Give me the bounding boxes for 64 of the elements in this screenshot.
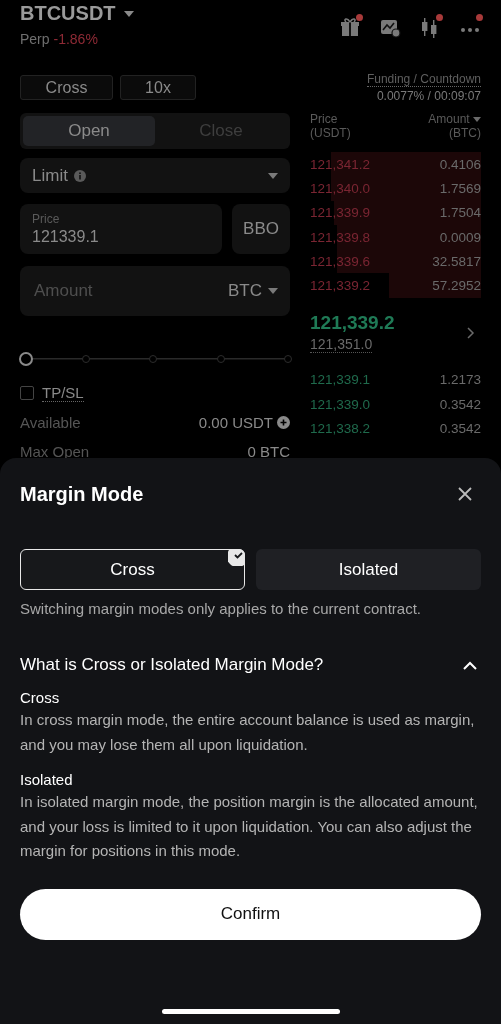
- amount-field[interactable]: Amount BTC: [20, 266, 290, 316]
- leverage-button[interactable]: 10x: [120, 75, 196, 100]
- margin-mode-option[interactable]: Cross: [20, 549, 245, 590]
- info-value: 0 BTC: [247, 443, 290, 460]
- faq-text: In cross margin mode, the entire account balance is used as margin, and you may lose them all upon liquidation.: [20, 710, 476, 755]
- bbo-button[interactable]: BBO: [232, 204, 290, 254]
- order-tab[interactable]: Open: [23, 116, 155, 146]
- info-label: Available: [20, 414, 81, 431]
- ask-amount: 0.4106: [439, 156, 481, 172]
- margin-mode-button[interactable]: Cross: [20, 75, 113, 100]
- caret-icon: [268, 172, 278, 179]
- slider-step[interactable]: [284, 355, 292, 363]
- ask-amount: 0.0009: [439, 229, 481, 245]
- bid-amount: 1.2173: [439, 372, 481, 388]
- plus-icon[interactable]: [277, 416, 290, 429]
- ask-price: 121,339.2: [310, 278, 371, 294]
- gift-icon[interactable]: [339, 16, 361, 38]
- faq-text: In isolated margin mode, the position margin is the allocated amount, and your loss is limited to it upon liquidation. You can also adjust the margin for positions in this mode.: [20, 792, 479, 861]
- ask-price: 121,339.8: [310, 229, 371, 245]
- caret-icon[interactable]: [473, 117, 481, 123]
- check-icon: [228, 549, 245, 566]
- close-icon[interactable]: [457, 486, 473, 502]
- ask-amount: 1.7569: [439, 180, 481, 196]
- bid-price: 121,339.1: [310, 372, 371, 388]
- margin-mode-note: Switching margin modes only applies to the current contract.: [20, 600, 423, 617]
- ask-price: 121,341.2: [310, 156, 371, 172]
- slider-step[interactable]: [216, 355, 225, 363]
- price-field[interactable]: Price 121339.1: [20, 204, 222, 254]
- ask-price: 121,339.9: [310, 205, 371, 221]
- symbol-title[interactable]: BTCUSDT: [20, 2, 116, 25]
- ask-price: 121,339.6: [310, 253, 371, 269]
- info-label: Max Open: [20, 443, 90, 460]
- slider-thumb[interactable]: [19, 352, 33, 366]
- info-icon: [73, 169, 86, 182]
- order-type-dropdown[interactable]: Limit: [20, 158, 290, 193]
- funding-label[interactable]: Funding / Countdown: [366, 72, 481, 87]
- price-column-header: Price (USDT): [310, 112, 351, 142]
- contract-info: Perp -1.86%: [20, 31, 99, 47]
- ask-amount: 1.7504: [439, 205, 481, 221]
- mark-price: 121,351.0: [310, 336, 373, 354]
- bid-price: 121,339.0: [310, 396, 371, 412]
- ask-price: 121,340.0: [310, 180, 371, 196]
- tpsl-label: TP/SL: [42, 384, 84, 402]
- last-price: 121,339.2: [310, 312, 395, 335]
- faq-term: Cross: [20, 689, 61, 706]
- faq-term: Isolated: [20, 771, 74, 788]
- sheet-title: Margin Mode: [20, 482, 144, 506]
- bid-price: 121,338.2: [310, 421, 371, 436]
- ask-amount: 32.5817: [432, 253, 481, 269]
- caret-icon: [268, 288, 278, 294]
- tpsl-checkbox[interactable]: [20, 386, 34, 400]
- amount-column-header[interactable]: Amount (BTC): [428, 112, 481, 152]
- slider-step[interactable]: [81, 355, 90, 363]
- caret-icon[interactable]: [123, 10, 134, 17]
- funding-value: 0.0077% / 00:09:07: [375, 89, 481, 103]
- amount-input[interactable]: Amount: [32, 280, 156, 302]
- margin-mode-option[interactable]: Isolated: [256, 549, 481, 590]
- confirm-button[interactable]: Confirm: [20, 888, 481, 940]
- slider-step[interactable]: [149, 355, 157, 363]
- info-value: 0.00 USDT: [198, 414, 273, 431]
- bid-amount: 0.3542: [439, 396, 481, 412]
- faq-question[interactable]: What is Cross or Isolated Margin Mode?: [20, 655, 324, 675]
- ask-amount: 57.2952: [432, 278, 481, 294]
- bid-amount: 0.3542: [439, 421, 481, 436]
